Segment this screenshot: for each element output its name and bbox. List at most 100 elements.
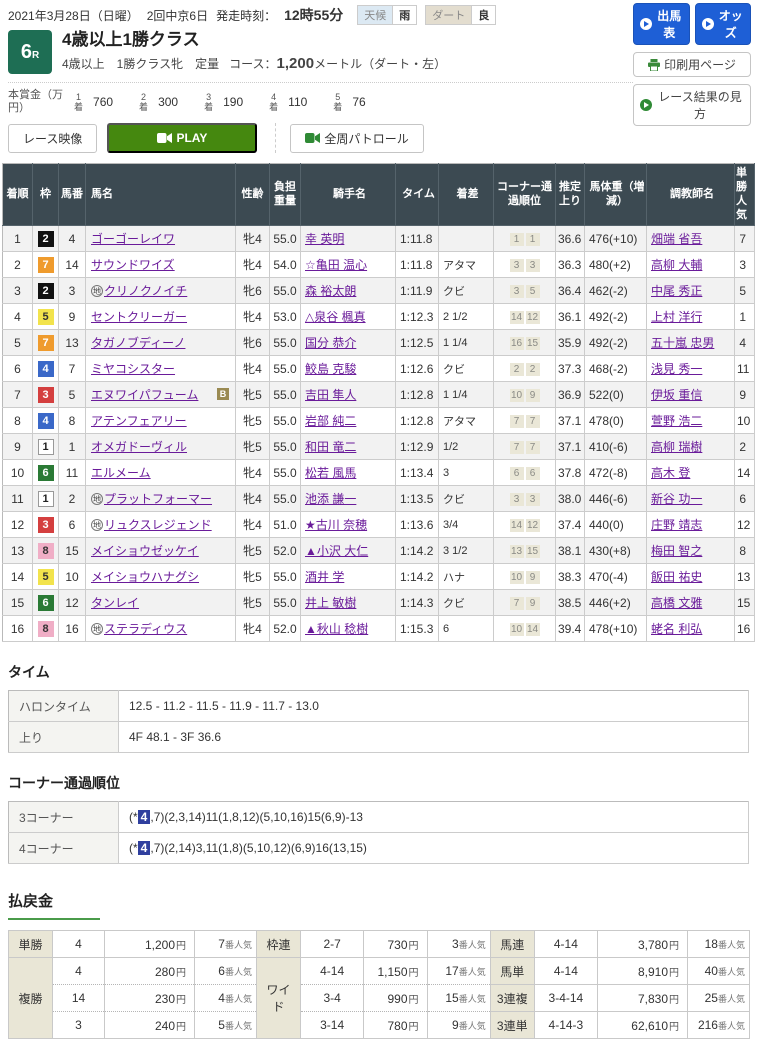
last-3f-time: 35.9: [555, 329, 585, 357]
jockey-name-link[interactable]: ☆亀田 温心: [305, 258, 367, 272]
finish-position: 1: [2, 225, 33, 253]
last-up-value: 4F 48.1 - 3F 36.6: [118, 721, 749, 754]
trainer-name-link[interactable]: 梅田 智之: [651, 544, 702, 558]
jockey-name-link[interactable]: 吉田 隼人: [305, 388, 356, 402]
last-3f-time: 39.4: [555, 615, 585, 643]
trainer-name-link[interactable]: 中尾 秀正: [651, 284, 702, 298]
trainer-name-link[interactable]: 上村 洋行: [651, 310, 702, 324]
trainer-name-link[interactable]: 畑端 省吾: [651, 232, 702, 246]
horse-name-link[interactable]: プラットフォーマー: [104, 492, 212, 506]
results-guide-button[interactable]: レース結果の見方: [633, 84, 751, 126]
horse-name-link[interactable]: タンレイ: [91, 596, 139, 610]
trainer-name-link[interactable]: 五十嵐 忠男: [651, 336, 714, 350]
horse-number: 13: [58, 329, 86, 357]
table-row: 複勝 4 280円 6番人気 ワイド 4-14 1,150円 17番人気 馬単 …: [8, 957, 750, 1040]
horse-name-link[interactable]: メイショウゼッケイ: [91, 544, 199, 558]
jockey-cell: 幸 英明: [300, 225, 396, 253]
jockey-name-link[interactable]: 和田 竜二: [305, 440, 356, 454]
horse-name-link[interactable]: ステラディウス: [104, 622, 187, 636]
table-row: 上り 4F 48.1 - 3F 36.6: [8, 721, 749, 754]
horse-name-link[interactable]: サウンドワイズ: [91, 258, 175, 272]
play-button[interactable]: PLAY: [107, 123, 258, 154]
bet-type-trio: 3連複: [490, 984, 535, 1013]
table-row: 4コーナー (* 4,7)(2,14)3,11(1,8)(5,10,12)(6,9…: [8, 832, 749, 865]
trainer-name-link[interactable]: 庄野 靖志: [651, 518, 702, 532]
horse-name-link[interactable]: タガノブディーノ: [91, 336, 185, 350]
jockey-name-link[interactable]: 池添 謙一: [305, 492, 356, 506]
payout-section-title: 払戻金: [8, 890, 100, 921]
race-number-badge: 6R: [8, 30, 52, 74]
finish-position: 8: [2, 407, 33, 435]
horse-name-link[interactable]: クリノクノイチ: [104, 284, 187, 298]
regional-horse-icon: 地: [91, 285, 103, 298]
carried-weight: 51.0: [269, 511, 301, 539]
corner-position: 14: [525, 623, 540, 637]
prize-rank: 4: [271, 91, 277, 102]
trainer-name-link[interactable]: 浅見 秀一: [651, 362, 702, 376]
horse-name-link[interactable]: メイショウハナグシ: [91, 570, 199, 584]
frame-cell: 7: [32, 251, 59, 279]
jockey-name-link[interactable]: △泉谷 楓真: [305, 310, 366, 324]
jockey-name-link[interactable]: 松若 風馬: [305, 466, 356, 480]
trainer-name-link[interactable]: 伊坂 重信: [651, 388, 702, 402]
corner-order-cell: 14 12: [493, 303, 556, 331]
entry-table-button[interactable]: 出馬表: [633, 3, 690, 45]
favorite-rank: 2: [734, 433, 755, 461]
sex-age: 牝6: [235, 329, 270, 357]
corner-order-cell: 10 14: [493, 615, 556, 643]
bet-type-trifecta: 3連単: [490, 1011, 535, 1040]
favorite-rank: 15: [734, 589, 755, 617]
horse-name-link[interactable]: リュクスレジェンド: [104, 518, 212, 532]
trainer-name-link[interactable]: 飯田 祐史: [651, 570, 702, 584]
weather-label: 天候: [357, 5, 393, 25]
body-weight: 478(+10): [584, 615, 647, 643]
trainer-name-link[interactable]: 新谷 功一: [651, 492, 702, 506]
trainer-name-link[interactable]: 高柳 瑞樹: [651, 440, 702, 454]
body-weight: 446(-6): [584, 485, 647, 513]
horse-name-link[interactable]: セントクリーガー: [91, 310, 187, 324]
trainer-name-link[interactable]: 蛯名 利弘: [651, 622, 702, 636]
horse-name-link[interactable]: エルメーム: [91, 466, 151, 480]
trainer-cell: 飯田 祐史: [646, 563, 735, 591]
jockey-name-link[interactable]: 国分 恭介: [305, 336, 356, 350]
jockey-name-link[interactable]: 幸 英明: [305, 232, 344, 246]
jockey-name-link[interactable]: 酒井 学: [305, 570, 344, 584]
trainer-name-link[interactable]: 萱野 浩二: [651, 414, 702, 428]
trainer-name-link[interactable]: 高柳 大輔: [651, 258, 702, 272]
trainer-name-link[interactable]: 高木 登: [651, 466, 690, 480]
finish-time: 1:14.2: [395, 563, 439, 591]
patrol-video-button[interactable]: 全周パトロール: [290, 123, 424, 153]
table-row: 13 8 15 メイショウゼッケイ 牝5 52.0 ▲小沢 大仁 1:14.2 …: [2, 537, 755, 565]
table-row: 単勝 4 1,200円 7番人気 枠連 2-7 730円 3番人気 馬連 4-1…: [8, 930, 750, 959]
race-video-button[interactable]: レース映像: [8, 123, 98, 153]
horse-name-link[interactable]: ミヤコシスター: [91, 362, 175, 376]
jockey-name-link[interactable]: ▲小沢 大仁: [305, 544, 368, 558]
corner-order-cell: 16 15: [493, 329, 556, 357]
jockey-cell: 松若 風馬: [300, 459, 396, 487]
corner-order-cell: 10 9: [493, 381, 556, 409]
jockey-name-link[interactable]: 井上 敏樹: [305, 596, 356, 610]
table-row: 8 4 8 アテンフェアリー 牝5 55.0 岩部 純二 1:12.8 アタマ …: [2, 407, 755, 435]
horse-name-link[interactable]: ゴーゴーレイワ: [91, 232, 175, 246]
jockey-name-link[interactable]: 岩部 純二: [305, 414, 356, 428]
table-row: 10 6 11 エルメーム 牝4 55.0 松若 風馬 1:13.4 3 66 …: [2, 459, 755, 487]
jockey-name-link[interactable]: 森 裕太朗: [305, 284, 356, 298]
jockey-name-link[interactable]: 鮫島 克駿: [305, 362, 356, 376]
odds-button[interactable]: オッズ: [694, 3, 751, 45]
frame-number-badge: 3: [37, 516, 54, 533]
sex-age: 牝5: [235, 407, 270, 435]
col-favorite: 単勝人気: [734, 163, 755, 227]
jockey-name-link[interactable]: ★古川 奈穂: [305, 518, 367, 532]
horse-number: 8: [58, 407, 86, 435]
body-weight: 480(+2): [584, 251, 647, 279]
corner-order-cell: 66: [493, 459, 556, 487]
corner-position: 3: [509, 285, 524, 299]
print-page-button[interactable]: 印刷用ページ: [633, 52, 751, 77]
jockey-name-link[interactable]: ▲秋山 稔樹: [305, 622, 368, 636]
horse-name-link[interactable]: エヌワイパフューム: [91, 388, 198, 402]
course-unit: メートル（ダート・左）: [314, 57, 447, 72]
horse-name-link[interactable]: オメガドーヴィル: [91, 440, 187, 454]
horse-name-link[interactable]: アテンフェアリー: [91, 414, 187, 428]
trainer-name-link[interactable]: 高橋 文雅: [651, 596, 702, 610]
prize-rank-suffix: 着: [204, 102, 214, 113]
